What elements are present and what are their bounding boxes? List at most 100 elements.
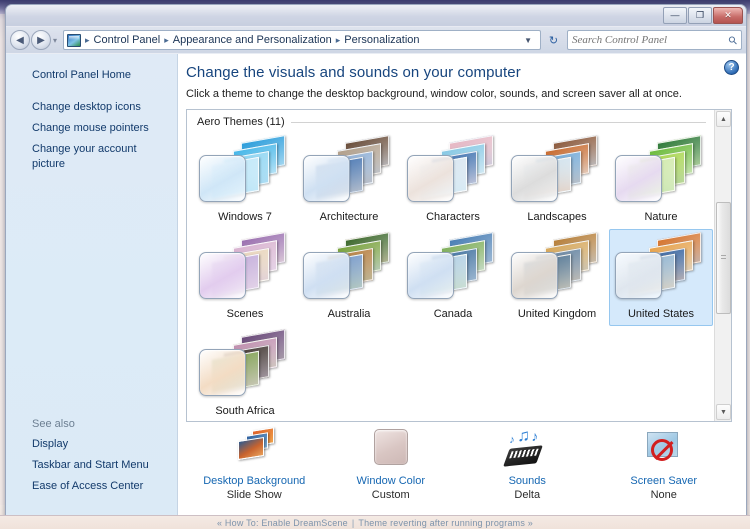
window-color-icon (369, 428, 413, 470)
theme-thumbnail (197, 135, 293, 207)
dbg-sheet-1 (238, 436, 265, 461)
breadcrumb-control-panel[interactable]: Control Panel (92, 34, 163, 46)
screen-saver-icon (642, 428, 686, 470)
search-input[interactable] (572, 34, 729, 46)
option-sounds[interactable]: ♫ ♪ ♪ Sounds Delta (459, 426, 596, 502)
status-next-arrow[interactable]: » (528, 518, 533, 528)
status-bar: « How To: Enable DreamScene | Theme reve… (0, 515, 750, 529)
sidebar-item-change-desktop-icons[interactable]: Change desktop icons (6, 97, 177, 118)
theme-label: Windows 7 (218, 211, 272, 223)
breadcrumb-separator-2[interactable]: ▸ (334, 35, 343, 46)
option-title-screen-saver: Screen Saver (630, 475, 698, 487)
theme-label: South Africa (215, 405, 275, 417)
maximize-button[interactable]: ❐ (688, 7, 712, 24)
theme-thumbnail (509, 232, 605, 304)
theme-item[interactable]: United States (609, 229, 713, 326)
option-screen-saver[interactable]: Screen Saver None (596, 428, 733, 502)
breadcrumb-separator-1[interactable]: ▸ (162, 35, 171, 46)
theme-item[interactable]: United Kingdom (505, 229, 609, 326)
option-title-window-color: Window Color (356, 475, 425, 487)
scroll-up-arrow-icon[interactable]: ▲ (716, 111, 731, 127)
sidebar-item-change-mouse-pointers[interactable]: Change mouse pointers (6, 118, 177, 139)
see-also-item-taskbar-start-menu[interactable]: Taskbar and Start Menu (6, 455, 177, 476)
option-value-window-color: Custom (371, 489, 410, 501)
music-note-icon-2: ♪ (531, 428, 539, 444)
back-button[interactable]: ◀ (10, 30, 30, 50)
theme-glass-tile (615, 252, 662, 299)
theme-label: Architecture (319, 211, 379, 223)
scrollbar-thumb[interactable] (716, 202, 731, 314)
theme-thumbnail (613, 135, 709, 207)
search-box[interactable]: ⚲ (567, 30, 742, 50)
theme-item[interactable]: Windows 7 (193, 132, 297, 229)
option-window-color[interactable]: Window Color Custom (323, 428, 460, 502)
theme-glass-tile (303, 155, 350, 202)
title-bar: — ❐ ✕ (6, 5, 746, 27)
breadcrumb-appearance[interactable]: Appearance and Personalization (171, 34, 334, 46)
theme-glass-tile (511, 155, 558, 202)
theme-glass-tile (407, 252, 454, 299)
theme-thumbnail (301, 135, 397, 207)
theme-label: Landscapes (527, 211, 587, 223)
close-icon: ✕ (724, 10, 732, 20)
minimize-button[interactable]: — (663, 7, 687, 24)
theme-label: United States (627, 308, 695, 320)
option-title-desktop-background: Desktop Background (203, 475, 306, 487)
see-also-item-ease-of-access[interactable]: Ease of Access Center (6, 476, 177, 497)
breadcrumb-separator-0[interactable]: ▸ (83, 35, 92, 46)
recent-pages-chevron-icon[interactable]: ▾ (53, 36, 57, 45)
help-icon[interactable]: ? (724, 60, 739, 75)
option-title-sounds: Sounds (508, 475, 546, 487)
sidebar-item-change-account-picture[interactable]: Change your account picture (6, 139, 177, 175)
theme-thumbnail (197, 329, 293, 401)
status-prev-arrow[interactable]: « (217, 518, 222, 528)
option-value-sounds: Delta (514, 489, 541, 501)
address-bar[interactable]: ▸ Control Panel ▸ Appearance and Persona… (63, 30, 541, 50)
sidebar: Control Panel Home Change desktop icons … (6, 54, 178, 521)
minimize-icon: — (670, 10, 680, 20)
theme-label: Australia (327, 308, 371, 320)
status-next-link[interactable]: Theme reverting after running programs (358, 518, 525, 528)
sounds-keyboard-icon (503, 445, 544, 467)
back-arrow-icon: ◀ (16, 34, 24, 46)
window-controls: — ❐ ✕ (663, 7, 743, 24)
theme-item[interactable]: Characters (401, 132, 505, 229)
theme-thumbnail (613, 232, 709, 304)
theme-item[interactable]: Scenes (193, 229, 297, 326)
theme-item[interactable]: Landscapes (505, 132, 609, 229)
theme-item[interactable]: South Africa (193, 326, 297, 421)
page-title: Change the visuals and sounds on your co… (186, 64, 521, 81)
address-dropdown-icon[interactable]: ▼ (518, 36, 538, 45)
navigation-bar: ◀ ▶ ▾ ▸ Control Panel ▸ Appearance and P… (6, 27, 746, 54)
option-desktop-background[interactable]: Desktop Background Slide Show (186, 427, 323, 502)
theme-item[interactable]: Australia (297, 229, 401, 326)
music-note-icon-3: ♪ (509, 434, 515, 446)
theme-label: Characters (426, 211, 480, 223)
forward-button[interactable]: ▶ (31, 30, 51, 50)
themes-scroll-region: Aero Themes (11) Windows 7 Architecture Ch… (187, 110, 714, 421)
see-also-section: See also Display Taskbar and Start Menu … (6, 416, 177, 497)
themes-group-header: Aero Themes (11) (191, 114, 714, 132)
theme-label: Canada (433, 308, 473, 320)
status-prev-link[interactable]: How To: Enable DreamScene (225, 518, 348, 528)
theme-thumbnail (197, 232, 293, 304)
see-also-item-display[interactable]: Display (6, 434, 177, 455)
theme-grid: Windows 7 Architecture Characters Landscape… (191, 132, 714, 421)
themes-scrollbar[interactable]: ▲ ▼ (714, 110, 731, 421)
theme-thumbnail (405, 135, 501, 207)
theme-glass-tile (407, 155, 454, 202)
client-area: Control Panel Home Change desktop icons … (6, 54, 746, 521)
theme-item[interactable]: Nature (609, 132, 713, 229)
close-button[interactable]: ✕ (713, 7, 743, 24)
theme-item[interactable]: Canada (401, 229, 505, 326)
theme-item[interactable]: Architecture (297, 132, 401, 229)
refresh-button[interactable]: ↻ (543, 30, 564, 50)
scroll-down-arrow-icon[interactable]: ▼ (716, 404, 731, 420)
group-header-rule (290, 121, 706, 123)
see-also-title: See also (32, 418, 75, 430)
theme-label: Scenes (226, 308, 264, 320)
sidebar-item-control-panel-home[interactable]: Control Panel Home (6, 65, 177, 86)
status-separator: | (351, 517, 355, 528)
theme-thumbnail (301, 232, 397, 304)
breadcrumb-personalization[interactable]: Personalization (342, 34, 421, 46)
